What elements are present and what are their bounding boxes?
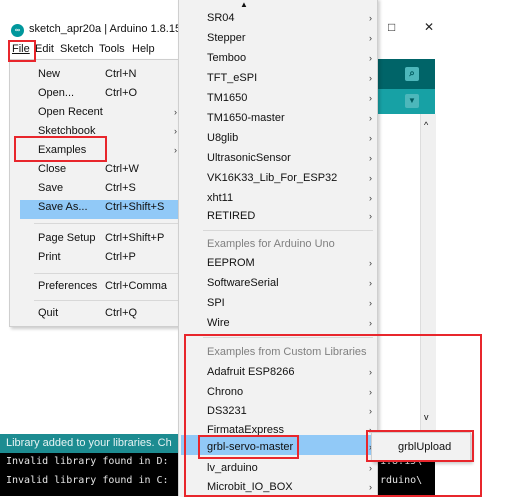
- example-library-item[interactable]: U8glib: [207, 132, 238, 144]
- submenu-arrow-icon: ›: [369, 193, 372, 203]
- menu-item-preferences[interactable]: Preferences: [38, 280, 97, 292]
- menu-item-save-as[interactable]: Save As...: [38, 201, 88, 213]
- submenu-arrow-icon: ›: [369, 93, 372, 103]
- example-library-item[interactable]: RETIRED: [207, 210, 255, 222]
- example-library-item[interactable]: UltrasonicSensor: [207, 152, 291, 164]
- submenu-arrow-icon: ›: [369, 133, 372, 143]
- example-library-item[interactable]: SR04: [207, 12, 235, 24]
- example-library-item[interactable]: TM1650: [207, 92, 247, 104]
- example-library-item[interactable]: TFT_eSPI: [207, 72, 257, 84]
- shortcut-preferences: Ctrl+Comma: [105, 280, 168, 292]
- example-library-item[interactable]: VK16K33_Lib_For_ESP32: [207, 172, 337, 184]
- menu-separator: [34, 273, 178, 274]
- submenu-arrow-icon: ›: [174, 145, 177, 155]
- magnifier-icon[interactable]: ⌕: [405, 67, 419, 81]
- status-message: Library added to your libraries. Ch: [6, 437, 172, 449]
- menu-item-page-setup[interactable]: Page Setup: [38, 232, 96, 244]
- shortcut-open: Ctrl+O: [105, 87, 138, 99]
- uno-example-item[interactable]: Wire: [207, 317, 230, 329]
- example-library-item[interactable]: Stepper: [207, 32, 246, 44]
- menu-separator: [34, 223, 178, 224]
- annotation-box-examples: [14, 136, 107, 162]
- submenu-arrow-icon: ›: [369, 113, 372, 123]
- submenu-arrow-icon: ›: [174, 107, 177, 117]
- shortcut-print: Ctrl+P: [105, 251, 136, 263]
- submenu-arrow-icon: ›: [369, 33, 372, 43]
- annotation-box-custom-libraries: [184, 334, 482, 497]
- menu-item-print[interactable]: Print: [38, 251, 61, 263]
- submenu-arrow-icon: ›: [174, 126, 177, 136]
- menu-tools[interactable]: Tools: [99, 43, 125, 55]
- menu-item-quit[interactable]: Quit: [38, 307, 58, 319]
- submenu-arrow-icon: ›: [369, 298, 372, 308]
- dropdown-triangle-icon[interactable]: ▼: [405, 94, 419, 108]
- submenu-arrow-icon: ›: [369, 278, 372, 288]
- shortcut-save: Ctrl+S: [105, 182, 136, 194]
- menu-item-new[interactable]: New: [38, 68, 60, 80]
- submenu-arrow-icon: ›: [369, 318, 372, 328]
- menu-item-open-recent[interactable]: Open Recent: [38, 106, 103, 118]
- window-title: sketch_apr20a | Arduino 1.8.15: [29, 23, 182, 35]
- submenu-arrow-icon: ›: [369, 73, 372, 83]
- example-library-item[interactable]: xht11: [207, 192, 233, 204]
- toolbar: ⌕: [369, 59, 435, 89]
- submenu-arrow-icon: ›: [369, 258, 372, 268]
- console-line: Invalid library found in C:: [6, 475, 169, 486]
- menu-separator: [34, 300, 178, 301]
- example-library-item[interactable]: TM1650-master: [207, 112, 285, 124]
- uno-examples-header: Examples for Arduino Uno: [207, 238, 335, 250]
- arduino-logo-icon: ∞: [11, 24, 24, 37]
- uno-example-item[interactable]: SPI: [207, 297, 225, 309]
- triangle-up-icon[interactable]: ▲: [240, 0, 248, 9]
- menu-item-close[interactable]: Close: [38, 163, 66, 175]
- shortcut-new: Ctrl+N: [105, 68, 137, 80]
- menu-edit[interactable]: Edit: [35, 43, 54, 55]
- submenu-arrow-icon: ›: [369, 153, 372, 163]
- maximize-icon[interactable]: □: [388, 20, 395, 34]
- submenu-arrow-icon: ›: [369, 173, 372, 183]
- tab-bar: ▼: [369, 89, 435, 114]
- menu-separator: [203, 230, 373, 231]
- shortcut-page-setup: Ctrl+Shift+P: [105, 232, 165, 244]
- shortcut-close: Ctrl+W: [105, 163, 139, 175]
- close-icon[interactable]: ✕: [424, 20, 434, 34]
- console-line: Invalid library found in D:: [6, 456, 169, 467]
- scroll-up-icon[interactable]: ^: [424, 120, 428, 130]
- menu-item-open[interactable]: Open...: [38, 87, 74, 99]
- uno-example-item[interactable]: EEPROM: [207, 257, 255, 269]
- submenu-arrow-icon: ›: [369, 211, 372, 221]
- menu-help[interactable]: Help: [132, 43, 155, 55]
- uno-example-item[interactable]: SoftwareSerial: [207, 277, 279, 289]
- file-menu: New Ctrl+N Open... Ctrl+O Open Recent › …: [9, 59, 183, 327]
- shortcut-quit: Ctrl+Q: [105, 307, 138, 319]
- annotation-box-file: [8, 40, 36, 62]
- submenu-arrow-icon: ›: [369, 13, 372, 23]
- example-library-item[interactable]: Temboo: [207, 52, 246, 64]
- shortcut-save-as: Ctrl+Shift+S: [105, 201, 165, 213]
- annotation-box-grbl: [198, 435, 299, 459]
- menu-sketch[interactable]: Sketch: [60, 43, 94, 55]
- menu-item-save[interactable]: Save: [38, 182, 63, 194]
- annotation-box-grblupload: [366, 430, 474, 462]
- submenu-arrow-icon: ›: [369, 53, 372, 63]
